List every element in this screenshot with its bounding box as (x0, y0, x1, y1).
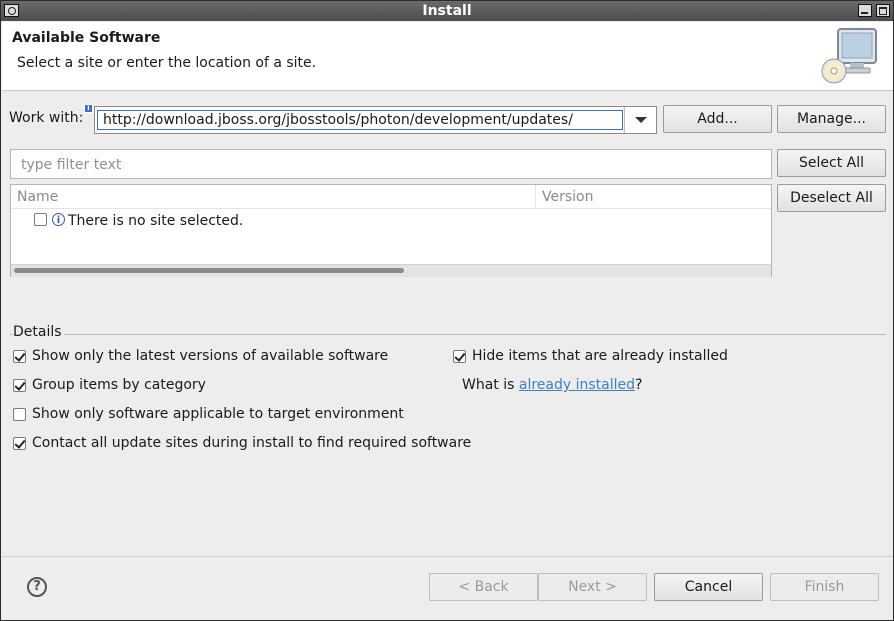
title-bar[interactable]: Install (1, 1, 893, 21)
work-with-input[interactable]: http://download.jboss.org/jbosstools/pho… (97, 110, 623, 130)
window-title: Install (422, 3, 472, 19)
what-is-prefix: What is (462, 377, 519, 393)
add-site-button[interactable]: Add... (663, 105, 772, 133)
column-header-version[interactable]: Version (536, 185, 771, 209)
column-header-name[interactable]: Name (11, 185, 536, 209)
select-all-button[interactable]: Select All (777, 149, 886, 177)
finish-button[interactable]: Finish (770, 573, 879, 601)
latest-versions-label[interactable]: Show only the latest versions of availab… (32, 348, 388, 364)
target-environment-checkbox[interactable] (13, 408, 26, 421)
details-group-border (10, 334, 886, 343)
footer-separator (2, 556, 893, 557)
back-button[interactable]: < Back (429, 573, 538, 601)
row-checkbox[interactable] (34, 213, 47, 226)
table-row-message: There is no site selected. (68, 213, 244, 229)
work-with-label: Work with: (9, 110, 84, 126)
what-is-installed-text: What is already installed? (462, 377, 642, 393)
details-title: Details (13, 324, 64, 340)
combo-separator (624, 107, 625, 133)
contact-update-sites-checkbox[interactable] (13, 437, 26, 450)
help-icon[interactable]: ? (27, 577, 47, 597)
horizontal-scrollbar[interactable] (11, 264, 771, 277)
chevron-down-icon[interactable] (635, 117, 647, 123)
latest-versions-checkbox[interactable] (13, 350, 26, 363)
target-environment-label[interactable]: Show only software applicable to target … (32, 406, 404, 422)
cancel-button[interactable]: Cancel (654, 573, 763, 601)
minimize-icon[interactable] (858, 4, 872, 17)
filter-input[interactable] (19, 155, 763, 175)
scrollbar-thumb[interactable] (14, 268, 404, 273)
manage-sites-button[interactable]: Manage... (777, 105, 886, 133)
install-window: Install Available Software Select a site… (0, 0, 894, 621)
install-computer-cd-icon (821, 28, 877, 84)
info-icon: i (52, 213, 65, 226)
hide-installed-checkbox[interactable] (453, 350, 466, 363)
software-table: Name Version i There is no site selected… (10, 184, 772, 277)
group-by-category-checkbox[interactable] (13, 379, 26, 392)
already-installed-link[interactable]: already installed (519, 377, 635, 393)
deselect-all-button[interactable]: Deselect All (777, 184, 886, 212)
contact-update-sites-label[interactable]: Contact all update sites during install … (32, 435, 471, 451)
work-with-combo[interactable]: http://download.jboss.org/jbosstools/pho… (94, 106, 657, 134)
what-is-suffix: ? (635, 377, 643, 393)
group-by-category-label[interactable]: Group items by category (32, 377, 206, 393)
wizard-header: Available Software Select a site or ente… (2, 22, 893, 91)
content-assist-icon: i (84, 104, 93, 113)
maximize-icon[interactable] (876, 4, 890, 17)
page-description: Select a site or enter the location of a… (17, 55, 317, 71)
hide-installed-label[interactable]: Hide items that are already installed (472, 348, 728, 364)
filter-field[interactable] (10, 149, 772, 179)
page-title: Available Software (12, 30, 161, 46)
next-button[interactable]: Next > (538, 573, 647, 601)
